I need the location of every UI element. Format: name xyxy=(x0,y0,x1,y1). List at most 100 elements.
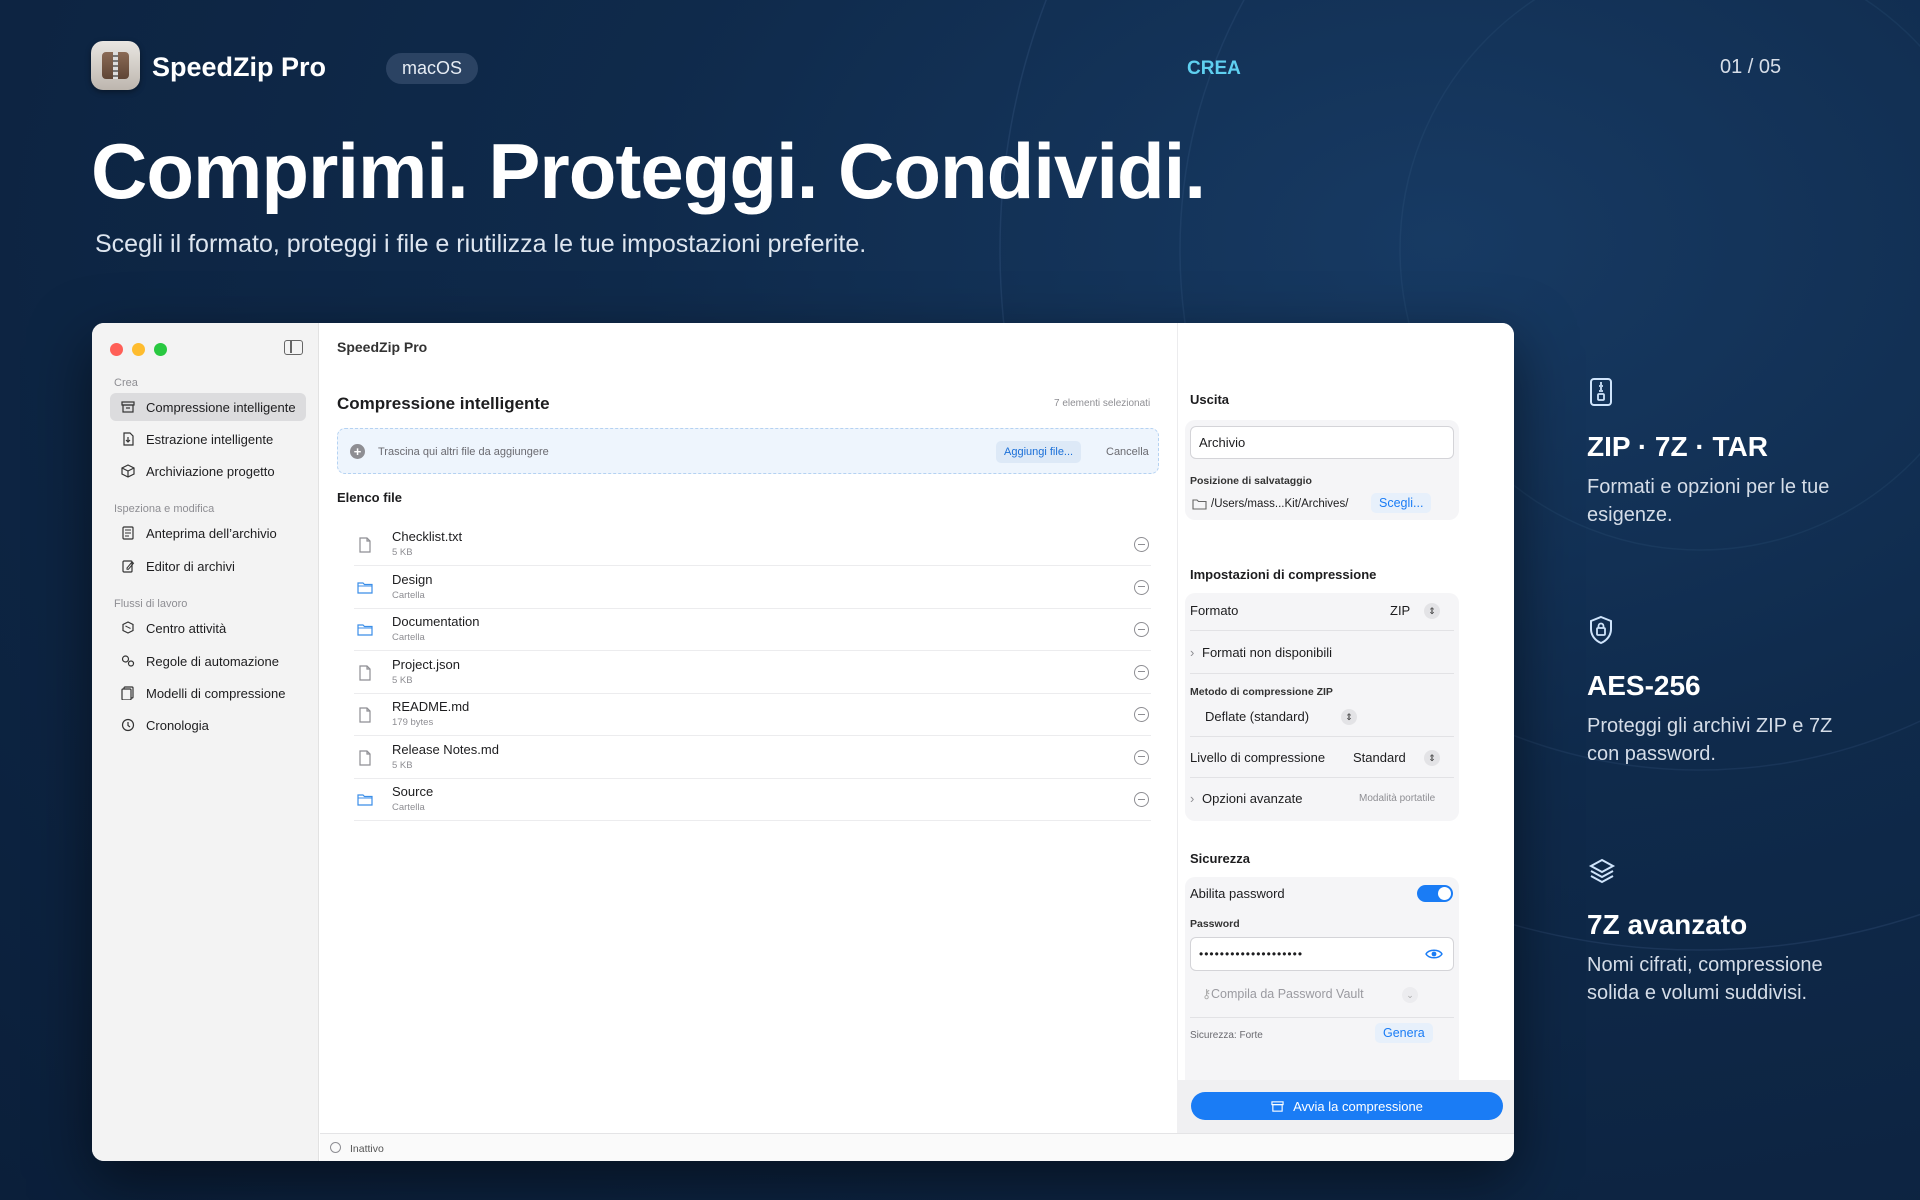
sidebar-item-smart-compression[interactable]: Compressione intelligente xyxy=(110,393,306,421)
sidebar-group-workflows: Flussi di lavoro xyxy=(114,598,188,610)
sidebar-item-label: Centro attività xyxy=(146,620,227,636)
zip-file-icon xyxy=(1588,377,1614,406)
file-name: README.md xyxy=(392,699,470,714)
sidebar-item-label: Regole di automazione xyxy=(146,653,279,669)
sidebar-item-archive-editor[interactable]: Editor di archivi xyxy=(110,552,306,580)
enable-password-toggle[interactable] xyxy=(1417,885,1453,902)
password-input[interactable]: •••••••••••••••••••• xyxy=(1190,937,1454,971)
security-card: Abilita password Password ••••••••••••••… xyxy=(1185,877,1459,1107)
start-compression-button[interactable]: Avvia la compressione xyxy=(1191,1092,1503,1120)
generate-password-button[interactable]: Genera xyxy=(1375,1023,1433,1043)
settings-panel: Uscita Archivio Posizione di salvataggio… xyxy=(1177,323,1514,1133)
platform-badge: macOS xyxy=(386,53,479,84)
file-row[interactable]: Checklist.txt 5 KB xyxy=(354,524,1151,566)
security-section-title: Sicurezza xyxy=(1190,851,1250,866)
file-row[interactable]: Release Notes.md 5 KB xyxy=(354,737,1151,779)
compression-level-stepper-icon[interactable]: ⇕ xyxy=(1424,750,1440,766)
automation-icon xyxy=(120,653,136,669)
headline: Comprimi. Proteggi. Condividi. xyxy=(91,127,1206,215)
file-meta: Cartella xyxy=(392,589,425,601)
dropzone-text: Trascina qui altri file da aggiungere xyxy=(378,446,549,458)
file-meta: 179 bytes xyxy=(392,717,434,728)
status-icon xyxy=(330,1142,341,1153)
sidebar-item-label: Archiviazione progetto xyxy=(146,463,275,479)
unavailable-formats-toggle[interactable]: Formati non disponibili xyxy=(1202,645,1332,660)
archive-name-input[interactable]: Archivio xyxy=(1190,426,1454,459)
chevron-right-icon: › xyxy=(1190,791,1195,806)
document-icon xyxy=(359,664,371,681)
remove-file-icon[interactable] xyxy=(1134,537,1149,552)
key-icon: ⚷ xyxy=(1202,987,1212,1001)
sidebar-item-activity-center[interactable]: Centro attività xyxy=(110,614,306,642)
sidebar-item-history[interactable]: Cronologia xyxy=(110,711,306,739)
format-value[interactable]: ZIP xyxy=(1390,603,1410,618)
file-meta: 5 KB xyxy=(392,547,413,558)
lock-shield-icon xyxy=(1588,615,1614,645)
add-circle-icon: + xyxy=(350,444,365,459)
file-row[interactable]: Project.json 5 KB xyxy=(354,652,1151,694)
app-name: SpeedZip Pro xyxy=(152,52,327,82)
sidebar-group-create: Crea xyxy=(114,377,138,389)
add-files-button[interactable]: Aggiungi file... xyxy=(996,441,1082,463)
folder-icon xyxy=(357,581,373,594)
activity-icon xyxy=(120,620,136,636)
sidebar-item-automation-rules[interactable]: Regole di automazione xyxy=(110,647,306,675)
compression-level-value[interactable]: Standard xyxy=(1353,750,1406,765)
file-name: Design xyxy=(392,571,433,587)
close-window-button[interactable] xyxy=(110,343,123,356)
save-location-label: Posizione di salvataggio xyxy=(1190,475,1312,487)
sidebar-item-label: Modelli di compressione xyxy=(146,685,286,701)
archive-icon xyxy=(120,399,136,415)
choose-location-button[interactable]: Scegli... xyxy=(1371,493,1432,513)
sidebar-item-compression-templates[interactable]: Modelli di compressione xyxy=(110,679,306,707)
remove-file-icon[interactable] xyxy=(1134,707,1149,722)
cancel-button[interactable]: Cancella xyxy=(1106,446,1149,458)
extract-icon xyxy=(120,431,136,447)
file-meta: Cartella xyxy=(392,802,425,813)
remove-file-icon[interactable] xyxy=(1134,749,1149,765)
folder-icon xyxy=(357,794,373,806)
advanced-options-toggle[interactable]: Opzioni avanzate xyxy=(1202,791,1302,806)
format-stepper-icon[interactable]: ⇕ xyxy=(1424,603,1440,619)
status-text: Inattivo xyxy=(350,1143,384,1155)
chevron-down-icon[interactable]: ⌄ xyxy=(1402,987,1418,1003)
file-row[interactable]: README.md 179 bytes xyxy=(354,694,1151,736)
file-row[interactable]: Documentation Cartella xyxy=(354,609,1151,651)
file-meta: 5 KB xyxy=(392,674,413,686)
feature-title: 7Z avanzato xyxy=(1587,909,1748,940)
compression-section-title: Impostazioni di compressione xyxy=(1190,567,1377,582)
file-name: Checklist.txt xyxy=(392,529,463,544)
sidebar-item-label: Editor di archivi xyxy=(146,558,235,574)
password-vault-fill[interactable]: Compila da Password Vault xyxy=(1211,987,1364,1001)
file-row[interactable]: Source Cartella xyxy=(354,779,1151,821)
minimize-window-button[interactable] xyxy=(132,343,145,356)
subline: Scegli il formato, proteggi i file e riu… xyxy=(95,230,867,258)
eye-icon[interactable] xyxy=(1425,947,1443,961)
remove-file-icon[interactable] xyxy=(1134,622,1149,637)
remove-file-icon[interactable] xyxy=(1134,664,1149,680)
sidebar-toggle-icon[interactable] xyxy=(284,340,303,355)
sidebar-item-smart-extraction[interactable]: Estrazione intelligente xyxy=(110,425,306,453)
edit-icon xyxy=(120,558,136,574)
zip-method-value[interactable]: Deflate (standard) xyxy=(1205,709,1309,724)
feature-desc: Formati e opzioni per le tue esigenze. xyxy=(1587,476,1830,526)
file-dropzone[interactable]: + Trascina qui altri file da aggiungere … xyxy=(337,428,1159,474)
file-name: Documentation xyxy=(392,614,480,629)
layers-icon xyxy=(1588,857,1616,885)
file-row[interactable]: Design Cartella xyxy=(354,567,1151,609)
password-strength: Sicurezza: Forte xyxy=(1190,1030,1263,1041)
main-title: Compressione intelligente xyxy=(337,394,550,413)
remove-file-icon[interactable] xyxy=(1134,792,1149,807)
zip-method-stepper-icon[interactable]: ⇕ xyxy=(1341,709,1357,725)
file-name: Release Notes.md xyxy=(392,741,499,757)
section-label: CREA xyxy=(1187,58,1241,79)
preview-icon xyxy=(120,525,136,541)
zoom-window-button[interactable] xyxy=(154,343,167,356)
app-icon xyxy=(91,41,140,90)
sidebar-item-archive-preview[interactable]: Anteprima dell’archivio xyxy=(110,519,306,547)
file-name: Project.json xyxy=(392,656,460,672)
sidebar-item-project-archiving[interactable]: Archiviazione progetto xyxy=(110,457,306,485)
password-label: Password xyxy=(1190,918,1240,930)
feature-desc: Proteggi gli archivi ZIP e 7Z con passwo… xyxy=(1587,715,1833,765)
remove-file-icon[interactable] xyxy=(1134,579,1149,595)
